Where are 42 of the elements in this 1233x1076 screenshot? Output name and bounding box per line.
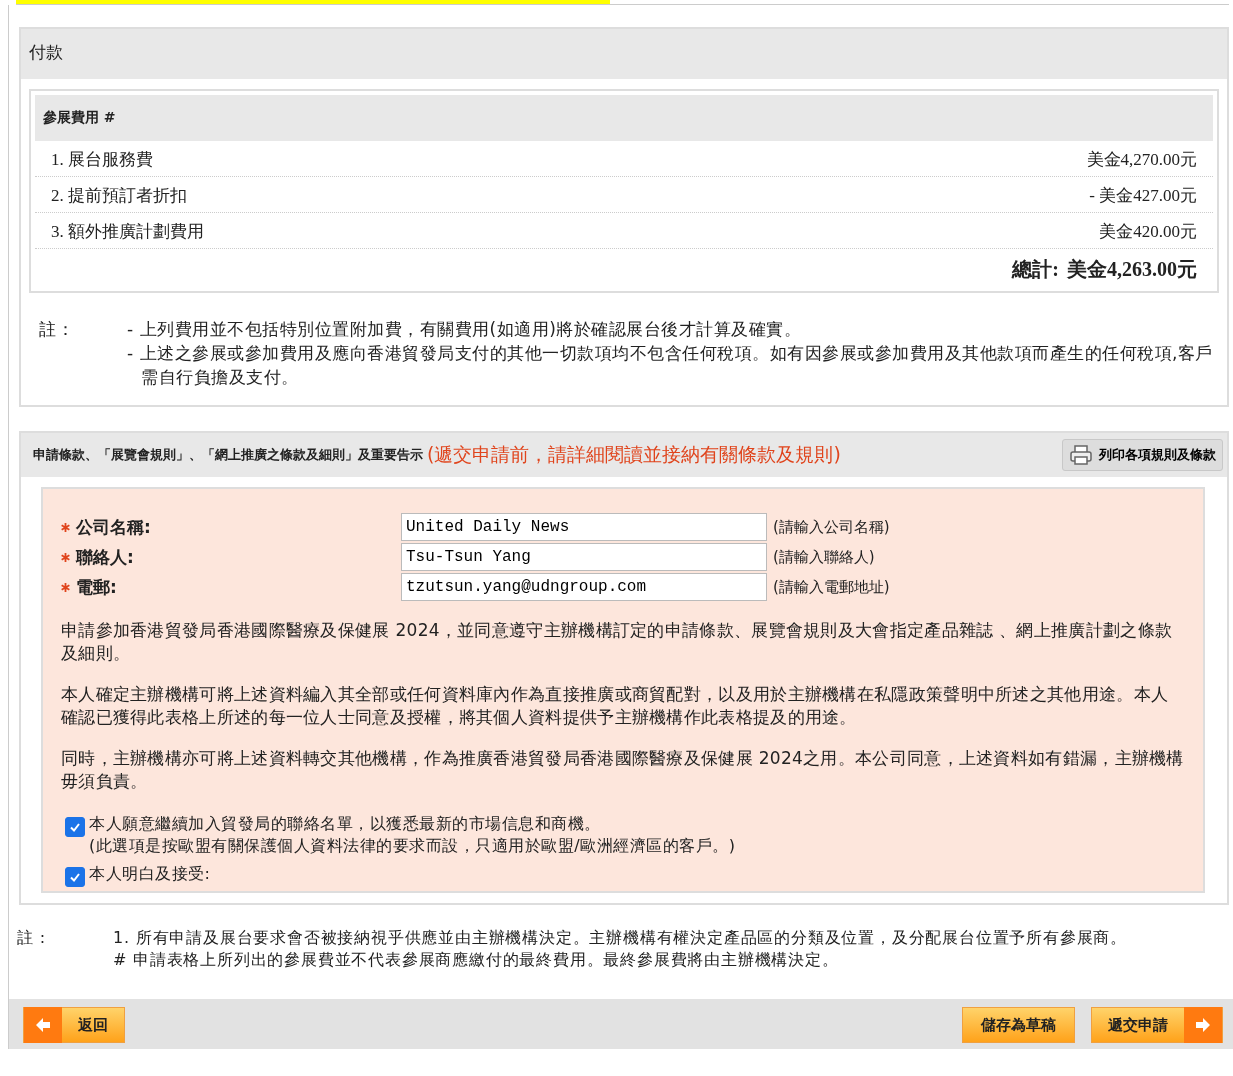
checkbox[interactable] [65, 817, 85, 837]
checkbox-label: 本人願意繼續加入貿發局的聯絡名單，以獲悉最新的市場信息和商機。 [89, 813, 602, 835]
arrow-left-icon [35, 1017, 51, 1033]
fee-label: 2. 提前預訂者折扣 [51, 185, 187, 207]
fee-amount: 美金420.00元 [1099, 221, 1197, 243]
note-text: - 上述之參展或參加費用及應向香港貿發局支付的其他一切款項均不包含任何稅項。如有因參展或參加費用及其他款項而產生的任何稅項,客戶需自行負擔及支付。 [127, 342, 1214, 389]
checkbox[interactable] [65, 867, 85, 887]
back-button[interactable]: 返回 [23, 1007, 125, 1043]
checkbox-note: (此選項是按歐盟有關保護個人資料法律的要求而設，只適用於歐盟/歐洲經濟區的客戶。) [89, 835, 736, 857]
field-hint: (請輸入電郵地址) [773, 577, 891, 597]
input-field[interactable]: Tsu-Tsun Yang [401, 543, 767, 571]
field-label: 電郵: [76, 576, 117, 597]
total-label: 總計: [1012, 257, 1059, 282]
input-field[interactable]: tzutsun.yang@udngroup.com [401, 573, 767, 601]
fee-label: 1. 展台服務費 [51, 149, 153, 171]
total-amount: 美金4,263.00元 [1067, 257, 1197, 282]
printer-icon [1069, 444, 1093, 466]
input-field[interactable]: United Daily News [401, 513, 767, 541]
warning-text: (遞交申請前，請詳細閱讀並接納有關條款及規則) [427, 442, 842, 467]
fee-label: 3. 額外推廣計劃費用 [51, 221, 204, 243]
arrow-right-icon [1195, 1017, 1211, 1033]
note-label: 註： [39, 318, 75, 341]
field-label: 聯絡人: [76, 546, 134, 567]
field-hint: (請輸入公司名稱) [773, 517, 891, 537]
note-label: 註 : [17, 927, 47, 949]
fees-heading: 參展費用 # [35, 95, 1213, 141]
save-button[interactable]: 儲存為草稿 [962, 1007, 1075, 1043]
submit-button[interactable]: 遞交申請 [1091, 1007, 1223, 1043]
note-text: # 申請表格上所列出的參展費並不代表參展商應繳付的最終費用。最終參展費將由主辦機構決定。 [113, 949, 840, 971]
field-hint: (請輸入聯絡人) [773, 547, 876, 567]
fee-amount: 美金4,270.00元 [1086, 149, 1197, 171]
paragraph: 本人確定主辦機構可將上述資料編入其全部或任何資料庫內作為直接推廣或商貿配對，以及用於主辦機構在私隱政策聲明中所述之其他用途。本人確認已獲得此表格上所述的每一位人士同意及授權，將其個人資料提供予主辦機構作此表格提及的用途。 [61, 683, 1170, 729]
terms-heading: 申請條款、「展覽會規則」、「網上推廣之條款及細則」及重要告示 [33, 446, 423, 464]
paragraph: 同時，主辦機構亦可將上述資料轉交其他機構，作為推廣香港貿發局香港國際醫療及保健展 2024之用。本公司同意，上述資料如有錯漏，主辦機構毋須負責。 [61, 747, 1185, 793]
fee-amount: - 美金427.00元 [1089, 185, 1197, 207]
checkbox-label: 本人明白及接受: [89, 863, 211, 885]
field-label: 公司名稱: [76, 516, 151, 537]
print-button[interactable]: 列印各項規則及條款 [1062, 439, 1223, 471]
note-text: 1. 所有申請及展台要求會否被接納視乎供應並由主辦機構決定。主辦機構有權決定產品區的分類及位置，及分配展台位置予所有參展商。 [113, 927, 1128, 949]
note-text: - 上列費用並不包括特別位置附加費，有關費用(如適用)將於確認展台後才計算及確實。 [127, 318, 803, 341]
paragraph: 申請參加香港貿發局香港國際醫療及保健展 2024，並同意遵守主辦機構訂定的申請條款、展覽會規則及大會指定產品雜誌 、網上推廣計劃之條款及細則。 [61, 619, 1174, 665]
section-title: 付款 [21, 29, 1227, 79]
